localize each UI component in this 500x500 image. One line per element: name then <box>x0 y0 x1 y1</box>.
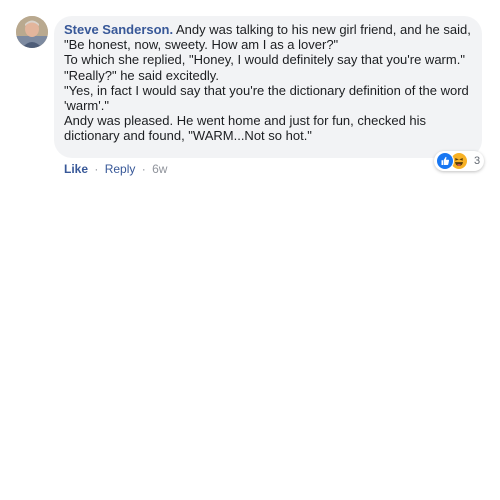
reactions-summary[interactable]: 3 <box>434 151 485 171</box>
comment-first-line: Steve Sanderson. Andy was talking to his… <box>64 22 472 37</box>
avatar[interactable] <box>16 16 48 48</box>
comment-text-line: "Really?" he said excitedly. <box>64 67 219 83</box>
author-name-link[interactable]: Steve Sanderson. <box>64 22 173 37</box>
avatar-photo-icon <box>16 16 48 48</box>
comment-text-line: To which she replied, "Honey, I would de… <box>64 52 465 68</box>
comment-timestamp[interactable]: 6w <box>152 162 167 176</box>
reply-button[interactable]: Reply <box>105 162 136 176</box>
separator: · <box>141 162 146 176</box>
like-button[interactable]: Like <box>64 162 88 176</box>
like-icon <box>436 152 454 170</box>
comment-text-line: "Be honest, now, sweety. How am I as a l… <box>64 37 339 53</box>
comment-actions: Like · Reply · 6w <box>64 162 167 176</box>
separator: · <box>94 162 99 176</box>
reaction-count: 3 <box>474 155 481 167</box>
comment-text-line: Andy was pleased. He went home and just … <box>64 113 427 129</box>
comment-bubble: Steve Sanderson. Andy was talking to his… <box>54 16 482 158</box>
comment-text-line: dictionary and found, "WARM...Not so hot… <box>64 128 312 144</box>
comment-text-line: Andy was talking to his new girl friend,… <box>176 22 471 37</box>
comment-text-line: 'warm'." <box>64 98 109 114</box>
comment-text-line: "Yes, in fact I would say that you're th… <box>64 82 469 98</box>
